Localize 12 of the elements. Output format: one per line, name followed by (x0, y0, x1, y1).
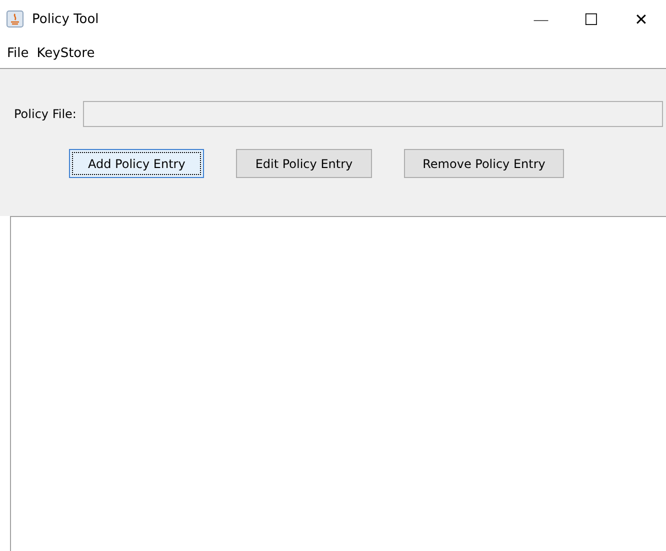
menu-item[interactable]: KeyStore (36, 46, 96, 60)
entry-button[interactable]: Edit Policy Entry (236, 149, 372, 178)
menu-item[interactable]: File (6, 46, 30, 60)
maximize-button[interactable]: ☐ (566, 10, 616, 28)
entry-button[interactable]: Remove Policy Entry (404, 149, 564, 178)
close-button[interactable]: ✕ (616, 10, 666, 28)
window-title: Policy Tool (32, 12, 99, 26)
minimize-button[interactable]: — (516, 10, 566, 28)
cup-icon (6, 10, 24, 28)
field-label: Policy File: (14, 107, 76, 121)
policy-entry-list[interactable] (10, 216, 666, 551)
entry-button[interactable]: Add Policy Entry (69, 149, 204, 178)
